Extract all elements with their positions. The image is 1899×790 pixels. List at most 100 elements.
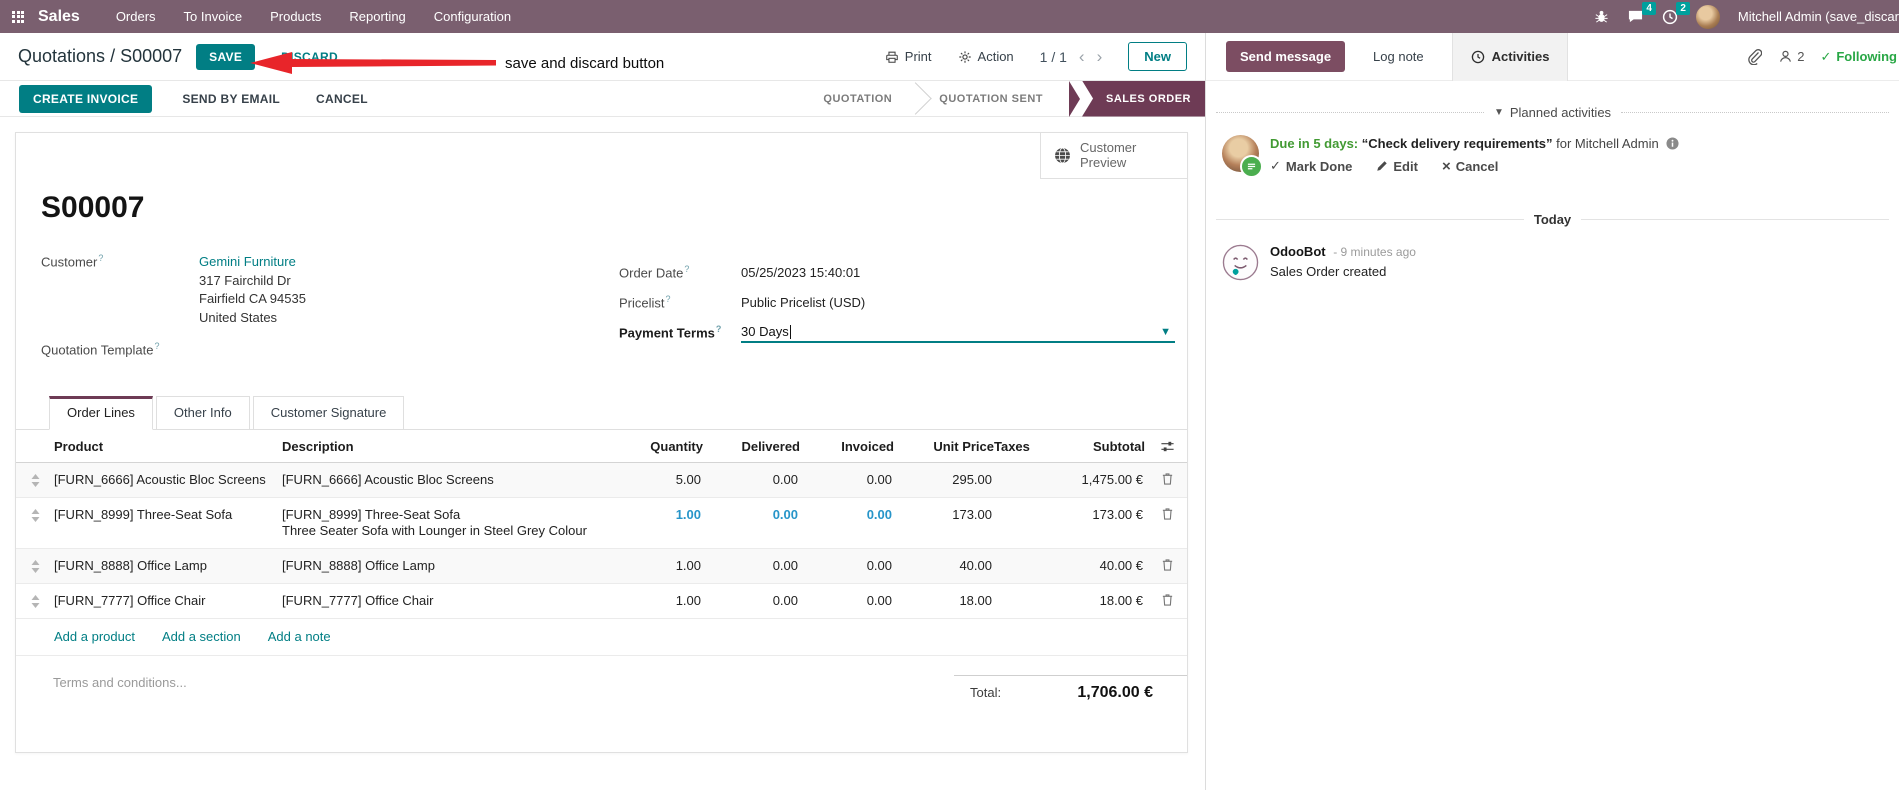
table-row[interactable]: [FURN_8999] Three-Seat Sofa [FURN_8999] … [16,498,1187,549]
message-author[interactable]: OdooBot [1270,244,1326,259]
create-invoice-button[interactable]: CREATE INVOICE [19,84,153,113]
cell-invoiced[interactable]: 0.00 [800,463,894,497]
stage-quotation[interactable]: QUOTATION [803,81,912,117]
apps-menu-icon[interactable] [12,10,24,23]
menu-orders[interactable]: Orders [102,0,170,33]
messages-icon[interactable]: 4 [1627,2,1656,24]
cell-taxes[interactable] [994,498,1063,516]
cell-product[interactable]: [FURN_8999] Three-Seat Sofa [54,498,282,532]
cell-product[interactable]: [FURN_8888] Office Lamp [54,549,282,583]
cell-unit-price[interactable]: 173.00 [894,498,994,532]
col-unit-price[interactable]: Unit Price [894,430,994,462]
planned-activities-divider[interactable]: ▼ Planned activities [1206,105,1899,120]
cell-description[interactable]: [FURN_7777] Office Chair [282,584,613,618]
table-row[interactable]: [FURN_6666] Acoustic Bloc Screens [FURN_… [16,463,1187,498]
customer-link[interactable]: Gemini Furniture [199,253,306,272]
cell-delivered[interactable]: 0.00 [703,584,800,618]
cell-unit-price[interactable]: 18.00 [894,584,994,618]
user-avatar[interactable] [1695,4,1720,29]
drag-handle-icon[interactable] [16,584,54,608]
mark-done-button[interactable]: ✓ Mark Done [1270,158,1352,174]
col-description[interactable]: Description [282,430,613,462]
table-row[interactable]: [FURN_8888] Office Lamp [FURN_8888] Offi… [16,549,1187,584]
add-product-link[interactable]: Add a product [54,629,135,644]
table-row[interactable]: [FURN_7777] Office Chair [FURN_7777] Off… [16,584,1187,619]
breadcrumb-quotations[interactable]: Quotations [18,46,105,66]
col-taxes[interactable]: Taxes [994,430,1063,462]
drag-handle-icon[interactable] [16,463,54,487]
menu-products[interactable]: Products [256,0,335,33]
delete-row-icon[interactable] [1145,584,1189,607]
user-name[interactable]: Mitchell Admin (save_discar [1738,9,1899,24]
col-invoiced[interactable]: Invoiced [800,430,894,462]
send-by-email-button[interactable]: SEND BY EMAIL [176,91,286,107]
cell-unit-price[interactable]: 295.00 [894,463,994,497]
add-section-link[interactable]: Add a section [162,629,241,644]
customer-preview-button[interactable]: Customer Preview [1040,133,1187,179]
cell-description[interactable]: [FURN_8888] Office Lamp [282,549,613,583]
followers-button[interactable]: 2 [1778,49,1804,64]
tab-order-lines[interactable]: Order Lines [49,396,153,430]
menu-reporting[interactable]: Reporting [335,0,419,33]
action-button[interactable]: Action [958,49,1014,64]
cell-quantity[interactable]: 5.00 [613,463,703,497]
col-quantity[interactable]: Quantity [613,430,703,462]
log-note-button[interactable]: Log note [1367,48,1430,65]
edit-activity-button[interactable]: Edit [1376,158,1418,174]
terms-placeholder[interactable]: Terms and conditions... [53,675,187,702]
payment-terms-input[interactable]: 30 Days ▼ [741,324,1175,343]
attachment-paperclip-icon[interactable] [1746,48,1763,65]
debug-bug-icon[interactable] [1594,9,1609,24]
pager-next-icon[interactable]: › [1097,48,1103,65]
stage-sales-order[interactable]: SALES ORDER [1082,80,1205,117]
col-product[interactable]: Product [54,430,282,462]
cell-product[interactable]: [FURN_7777] Office Chair [54,584,282,618]
optional-columns-icon[interactable] [1145,430,1189,462]
pricelist-value[interactable]: Public Pricelist (USD) [741,295,865,313]
col-delivered[interactable]: Delivered [703,430,800,462]
cell-delivered[interactable]: 0.00 [703,498,800,532]
cell-unit-price[interactable]: 40.00 [894,549,994,583]
cancel-activity-button[interactable]: × Cancel [1442,158,1498,174]
save-button[interactable]: SAVE [196,43,256,70]
activities-button[interactable]: Activities [1451,32,1569,81]
menu-configuration[interactable]: Configuration [420,0,525,33]
add-note-link[interactable]: Add a note [268,629,331,644]
app-name[interactable]: Sales [38,8,80,26]
cell-taxes[interactable] [994,549,1063,567]
pager-previous-icon[interactable]: ‹ [1079,48,1085,65]
stage-quotation-sent[interactable]: QUOTATION SENT [919,81,1063,117]
cell-invoiced[interactable]: 0.00 [800,549,894,583]
cell-description[interactable]: [FURN_6666] Acoustic Bloc Screens [282,463,613,497]
tab-other-info[interactable]: Other Info [155,396,250,430]
tab-customer-signature[interactable]: Customer Signature [252,396,405,430]
print-button[interactable]: Print [885,49,932,64]
cell-quantity[interactable]: 1.00 [613,549,703,583]
cell-description[interactable]: [FURN_8999] Three-Seat Sofa Three Seater… [282,498,613,548]
cancel-button[interactable]: CANCEL [310,91,374,107]
delete-row-icon[interactable] [1145,463,1189,486]
quotation-template-field[interactable]: Quotation Template? [41,341,521,357]
drag-handle-icon[interactable] [16,498,54,522]
cell-delivered[interactable]: 0.00 [703,549,800,583]
order-date-value[interactable]: 05/25/2023 15:40:01 [741,265,860,283]
cell-taxes[interactable] [994,463,1063,481]
cell-invoiced[interactable]: 0.00 [800,498,894,532]
cell-invoiced[interactable]: 0.00 [800,584,894,618]
following-button[interactable]: ✓ Following [1820,49,1897,65]
delete-row-icon[interactable] [1145,549,1189,572]
new-button[interactable]: New [1128,42,1187,71]
cell-taxes[interactable] [994,584,1063,602]
cell-product[interactable]: [FURN_6666] Acoustic Bloc Screens [54,463,282,497]
cell-quantity[interactable]: 1.00 [613,498,703,532]
info-icon[interactable] [1666,137,1679,150]
activity-avatar[interactable] [1222,135,1263,178]
dropdown-caret-icon[interactable]: ▼ [1160,326,1171,338]
cell-quantity[interactable]: 1.00 [613,584,703,618]
send-message-button[interactable]: Send message [1226,41,1346,72]
delete-row-icon[interactable] [1145,498,1189,521]
activities-clock-icon[interactable]: 2 [1662,1,1690,25]
drag-handle-icon[interactable] [16,549,54,573]
col-subtotal[interactable]: Subtotal [1063,430,1145,462]
cell-delivered[interactable]: 0.00 [703,463,800,497]
